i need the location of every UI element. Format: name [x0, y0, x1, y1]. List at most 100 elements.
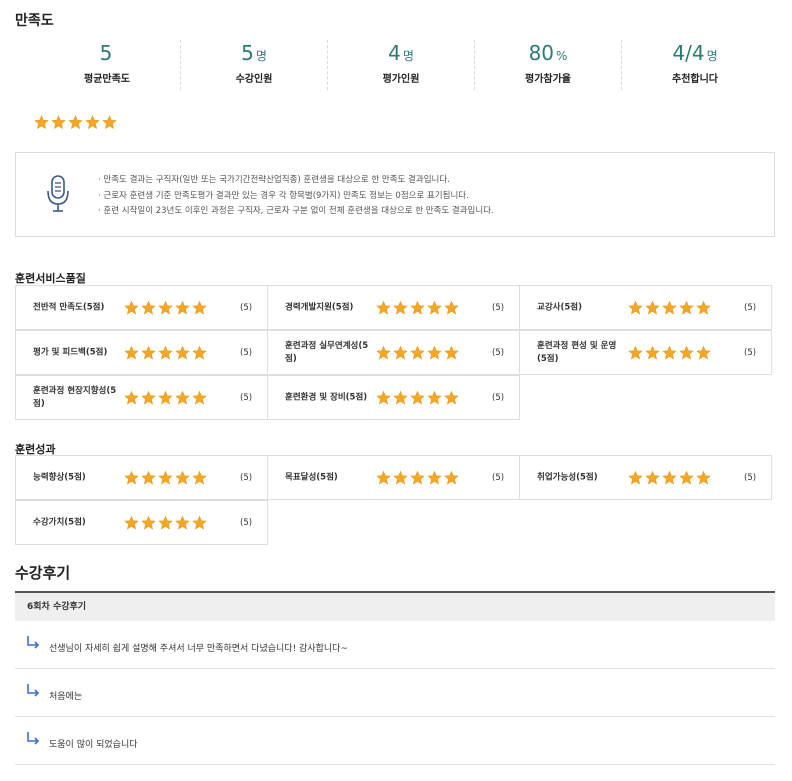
- stat-label: 평균만족도: [84, 74, 130, 85]
- rating-score: (5): [744, 302, 757, 313]
- star-icon: [376, 300, 391, 315]
- star-icon: [645, 300, 660, 315]
- rating-stars: [124, 470, 207, 485]
- rating-name: 평가 및 피드백(5점): [33, 347, 108, 357]
- stat-unit: 명: [255, 49, 267, 63]
- star-icon: [175, 345, 190, 360]
- star-icon: [662, 345, 677, 360]
- star-icon: [158, 470, 173, 485]
- star-icon: [124, 470, 139, 485]
- rating-cell: 목표달성(5점) (5): [267, 455, 520, 500]
- star-icon: [444, 390, 459, 405]
- star-icon: [393, 300, 408, 315]
- rating-name: 교강사(5점): [537, 302, 582, 312]
- star-icon: [628, 470, 643, 485]
- star-icon: [192, 470, 207, 485]
- star-icon: [376, 390, 391, 405]
- star-icon: [444, 300, 459, 315]
- star-icon: [192, 300, 207, 315]
- review-item: 처음에는: [15, 669, 775, 717]
- star-icon: [427, 390, 442, 405]
- star-icon: [696, 345, 711, 360]
- rating-name: 훈련과정 편성 및 운영(5점): [537, 340, 617, 364]
- overall-rating-stars: [34, 115, 117, 130]
- star-icon: [124, 345, 139, 360]
- review-text: 처음에는: [49, 691, 83, 702]
- notice-item: · 훈련 시작일이 23년도 이후인 과정은 구직자, 근로자 구분 없이 전체…: [98, 206, 494, 216]
- rating-name: 경력개발지원(5점): [285, 302, 354, 312]
- star-icon: [393, 345, 408, 360]
- star-icon: [192, 390, 207, 405]
- rating-name: 훈련과정 실무연계성(5점): [285, 340, 369, 364]
- star-icon: [175, 470, 190, 485]
- training-outcome-grid: 능력향상(5점) (5) 목표달성(5점) (5) 취업가능성(5점) (5) …: [15, 455, 774, 545]
- rating-cell: 평가 및 피드백(5점) (5): [15, 330, 268, 375]
- rating-cell: 훈련환경 및 장비(5점) (5): [267, 375, 520, 420]
- rating-score: (5): [240, 517, 253, 528]
- star-icon: [192, 515, 207, 530]
- star-icon: [158, 390, 173, 405]
- stat-recommend: 4/4 명 추천합니다: [622, 40, 768, 90]
- reviews-title: 수강후기: [15, 564, 71, 582]
- star-icon: [427, 345, 442, 360]
- stat-average: 5 평균만족도: [34, 40, 181, 90]
- rating-score: (5): [240, 472, 253, 483]
- star-icon: [679, 345, 694, 360]
- stat-value: 5: [99, 41, 113, 65]
- reply-arrow-icon: [25, 635, 41, 651]
- star-icon: [645, 470, 660, 485]
- rating-name: 목표달성(5점): [285, 472, 338, 482]
- star-icon: [141, 345, 156, 360]
- review-text: 도움이 많이 되었습니다: [49, 739, 138, 750]
- stat-enrolled: 5명 수강인원: [181, 40, 328, 90]
- review-text: 선생님이 자세히 쉽게 설명해 주셔서 너무 만족하면서 다녔습니다! 감사합니…: [49, 643, 348, 654]
- star-icon: [376, 470, 391, 485]
- stat-unit: 명: [402, 49, 414, 63]
- star-icon: [410, 390, 425, 405]
- star-icon: [444, 345, 459, 360]
- stat-label: 평가참가율: [525, 74, 571, 85]
- star-icon: [410, 300, 425, 315]
- reply-arrow-icon: [25, 731, 41, 747]
- star-icon: [696, 300, 711, 315]
- rating-score: (5): [744, 347, 757, 358]
- rating-cell: 취업가능성(5점) (5): [519, 455, 772, 500]
- rating-cell: 훈련과정 현장지향성(5점) (5): [15, 375, 268, 420]
- stat-label: 추천합니다: [672, 74, 718, 85]
- star-icon: [34, 115, 49, 130]
- star-icon: [444, 470, 459, 485]
- notice-item: · 만족도 결과는 구직자(일반 또는 국가기간전략산업직종) 훈련생을 대상으…: [98, 175, 450, 185]
- microphone-icon: [46, 175, 70, 213]
- stat-label: 평가인원: [382, 74, 420, 85]
- star-icon: [628, 345, 643, 360]
- star-icon: [175, 300, 190, 315]
- rating-stars: [628, 470, 711, 485]
- star-icon: [141, 390, 156, 405]
- rating-stars: [628, 345, 711, 360]
- service-quality-grid: 전반적 만족도(5점) (5) 경력개발지원(5점) (5) 교강사(5점) (…: [15, 285, 774, 420]
- star-icon: [141, 300, 156, 315]
- star-icon: [410, 470, 425, 485]
- rating-name: 전반적 만족도(5점): [33, 302, 105, 312]
- rating-score: (5): [492, 347, 505, 358]
- notice-box: · 만족도 결과는 구직자(일반 또는 국가기간전략산업직종) 훈련생을 대상으…: [15, 152, 775, 237]
- satisfaction-title: 만족도: [15, 13, 54, 29]
- star-icon: [427, 470, 442, 485]
- stat-label: 수강인원: [235, 74, 273, 85]
- rating-name: 훈련환경 및 장비(5점): [285, 392, 368, 402]
- rating-score: (5): [744, 472, 757, 483]
- rating-stars: [376, 300, 459, 315]
- rating-score: (5): [492, 302, 505, 313]
- rating-cell: 능력향상(5점) (5): [15, 455, 268, 500]
- star-icon: [175, 515, 190, 530]
- star-icon: [141, 470, 156, 485]
- star-icon: [696, 470, 711, 485]
- rating-stars: [376, 390, 459, 405]
- rating-stars: [124, 300, 207, 315]
- stat-unit: 명: [706, 49, 718, 63]
- star-icon: [158, 345, 173, 360]
- rating-name: 훈련과정 현장지향성(5점): [33, 385, 117, 409]
- stat-participation: 80% 평가참가율: [475, 40, 622, 90]
- rating-stars: [628, 300, 711, 315]
- rating-stars: [124, 515, 207, 530]
